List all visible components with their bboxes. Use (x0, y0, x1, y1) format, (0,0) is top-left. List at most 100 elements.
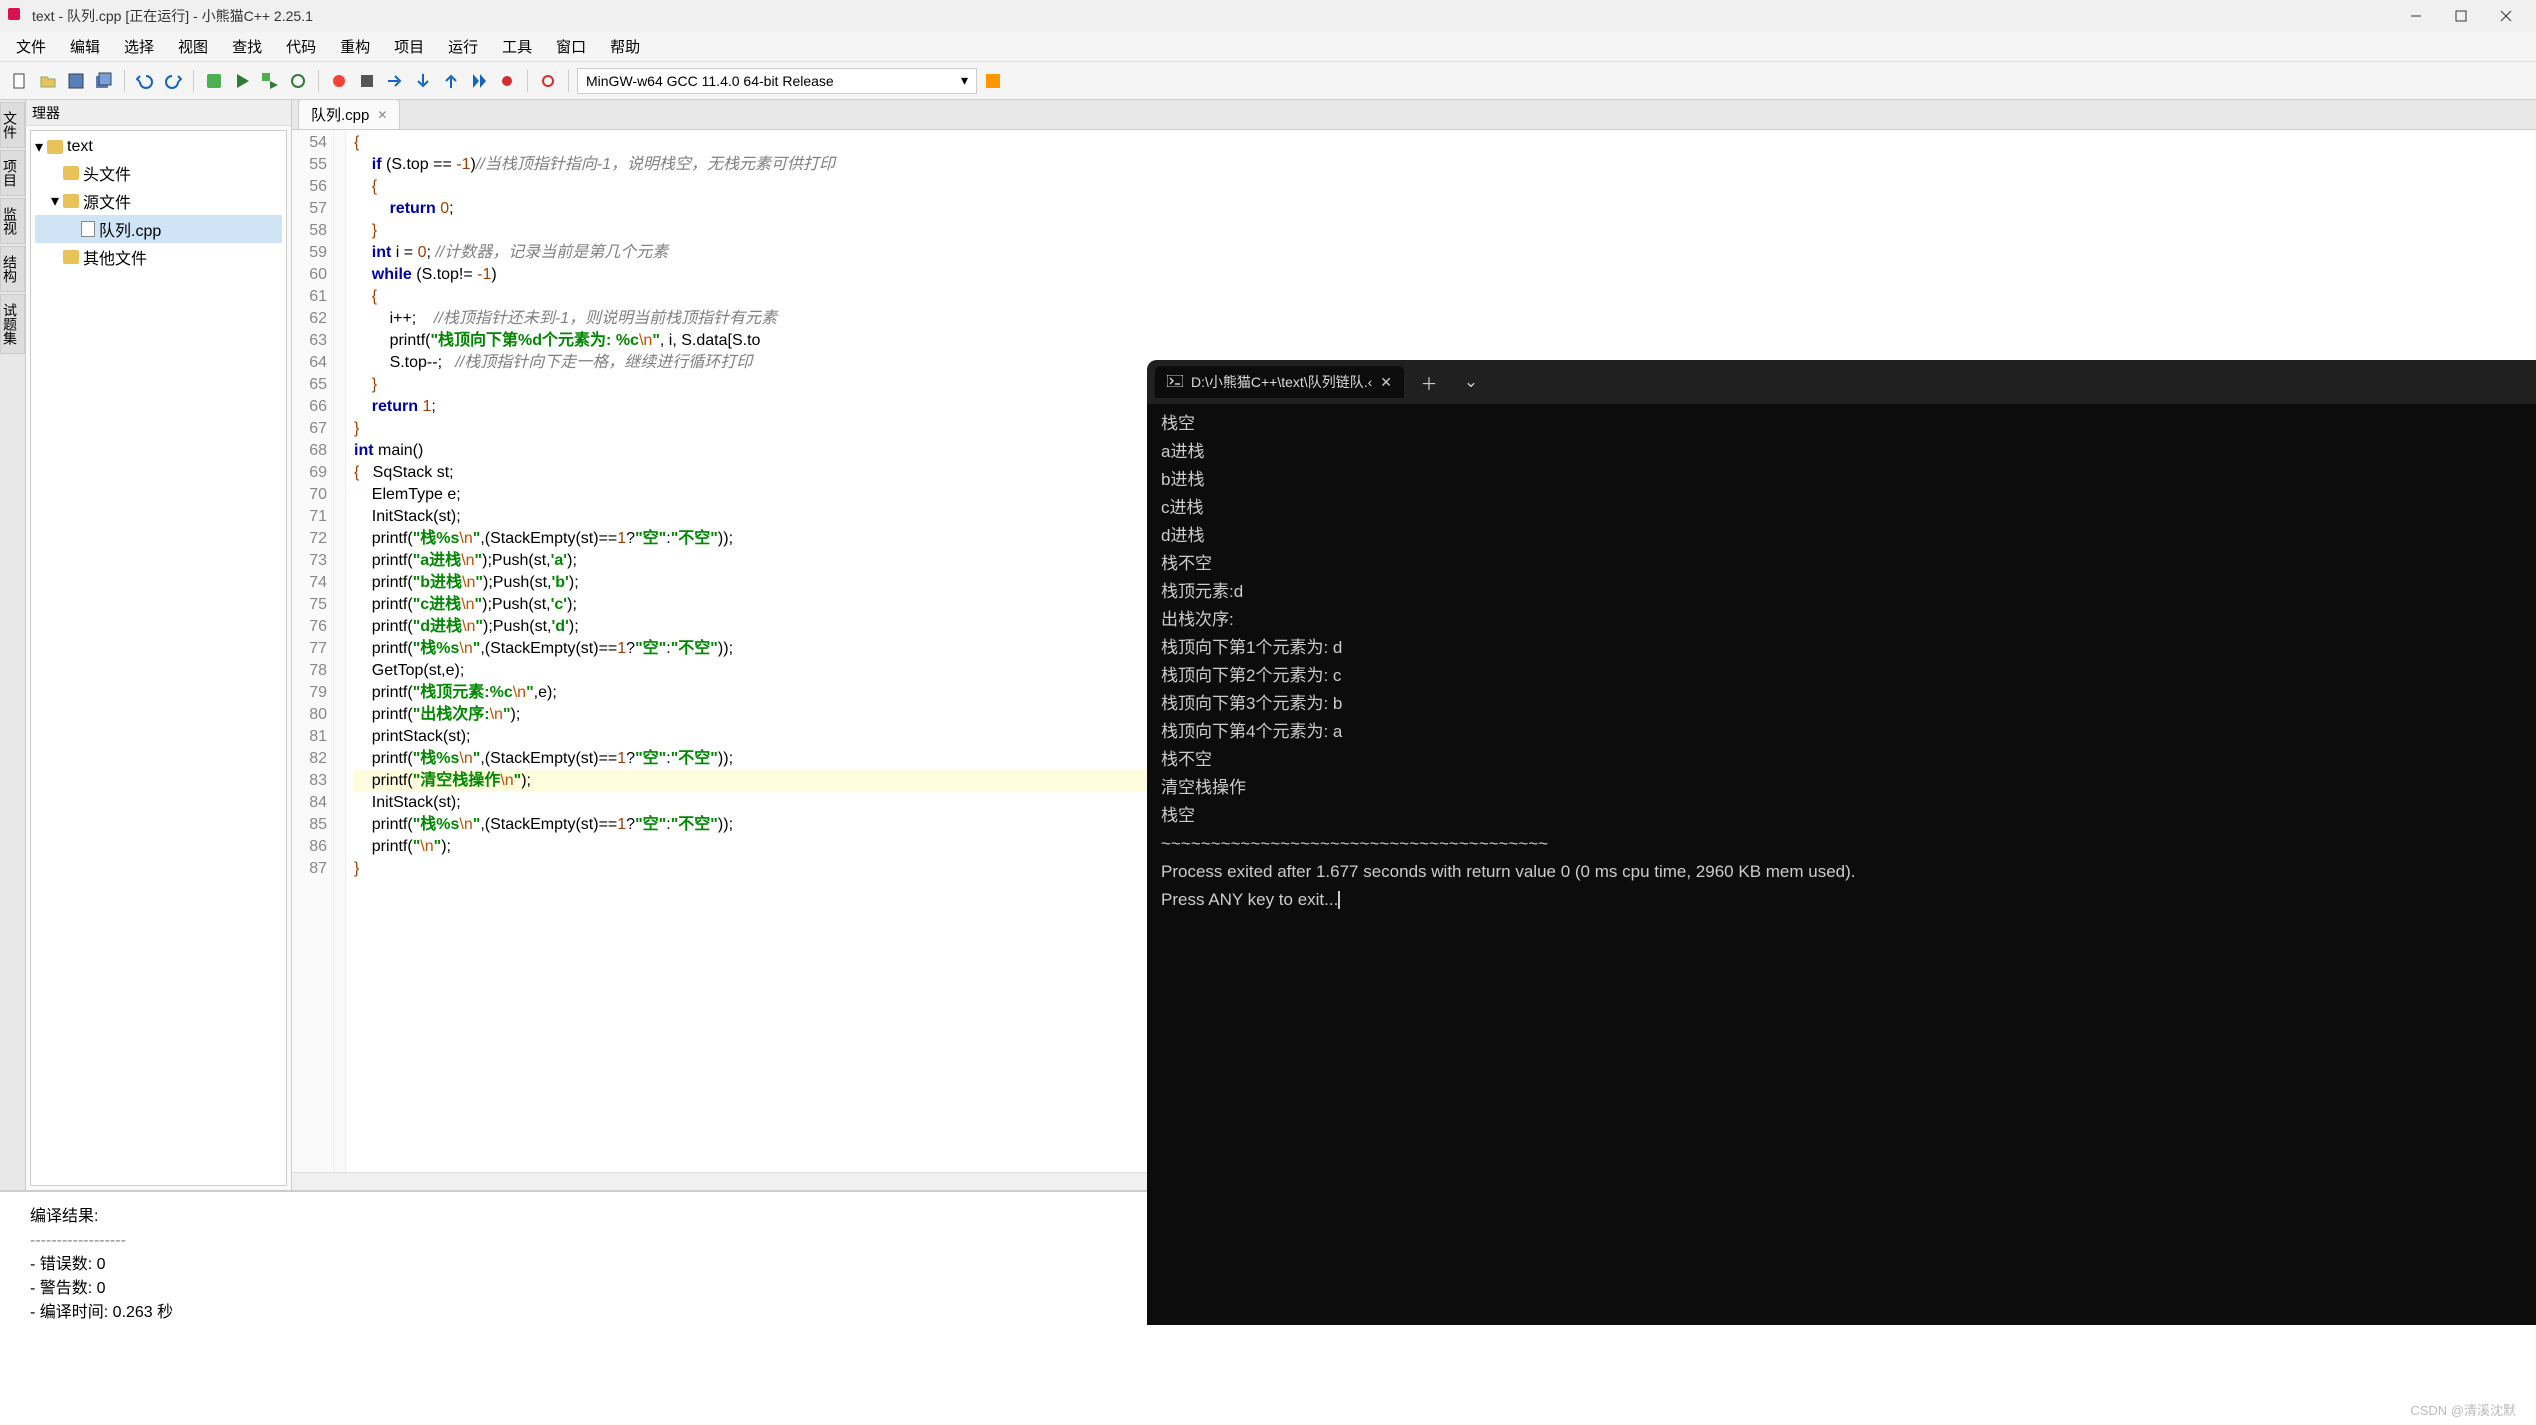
console-line: 清空栈操作 (1161, 774, 2522, 802)
toolbar-separator (124, 70, 125, 92)
breakpoint-toggle-button[interactable] (536, 69, 560, 93)
console-body[interactable]: 栈空a进栈b进栈c进栈d进栈栈不空栈顶元素:d出栈次序:栈顶向下第1个元素为: … (1147, 404, 2536, 920)
watermark: CSDN @清溪沈默 (2410, 1400, 2516, 1419)
rebuild-button[interactable] (286, 69, 310, 93)
stop-button[interactable] (355, 69, 379, 93)
menu-help[interactable]: 帮助 (598, 32, 652, 61)
tab-menu-button[interactable]: ⌄ (1454, 365, 1488, 399)
side-tab-files[interactable]: 文件 (0, 102, 25, 148)
console-tab-title: D:\小熊猫C++\text\队列链队.‹ (1191, 372, 1372, 392)
step-into-button[interactable] (411, 69, 435, 93)
code-line[interactable]: { (354, 132, 2528, 154)
close-icon[interactable]: ✕ (1380, 374, 1392, 391)
chevron-down-icon: ▾ (35, 137, 43, 157)
tab-queue-cpp[interactable]: 队列.cpp ✕ (298, 99, 400, 129)
menu-project[interactable]: 项目 (382, 32, 436, 61)
code-line[interactable]: if (S.top == -1)//当栈顶指针指向-1，说明栈空，无栈元素可供打… (354, 154, 2528, 176)
console-line: 栈顶向下第1个元素为: d (1161, 634, 2522, 662)
toolbar-separator (527, 70, 528, 92)
tree-others-label: 其他文件 (83, 245, 147, 269)
line-number-gutter: 5455565758596061626364656667686970717273… (292, 130, 334, 1172)
menu-code[interactable]: 代码 (274, 32, 328, 61)
folder-icon (63, 250, 79, 264)
code-line[interactable]: } (354, 220, 2528, 242)
compiler-settings-button[interactable] (981, 69, 1005, 93)
code-line[interactable]: i++; //栈顶指针还未到-1，则说明当前栈顶指针有元素 (354, 308, 2528, 330)
code-line[interactable]: int i = 0; //计数器，记录当前是第几个元素 (354, 242, 2528, 264)
step-out-button[interactable] (439, 69, 463, 93)
compile-run-button[interactable] (258, 69, 282, 93)
menu-bar: 文件 编辑 选择 视图 查找 代码 重构 项目 运行 工具 窗口 帮助 (0, 32, 2536, 62)
title-bar: text - 队列.cpp [正在运行] - 小熊猫C++ 2.25.1 (0, 0, 2536, 32)
undo-button[interactable] (133, 69, 157, 93)
tab-label: 队列.cpp (311, 104, 369, 125)
folder-icon (47, 140, 63, 154)
panel-title: 理器 (32, 103, 60, 123)
toolbar-separator (568, 70, 569, 92)
fold-gutter[interactable] (334, 130, 346, 1172)
project-tree[interactable]: ▾ text 头文件 ▾ 源文件 队列.cpp 其他文件 (30, 130, 287, 1186)
menu-file[interactable]: 文件 (4, 32, 58, 61)
side-tab-struct[interactable]: 结构 (0, 246, 25, 292)
compiler-selector[interactable]: MinGW-w64 GCC 11.4.0 64-bit Release ▾ (577, 68, 977, 94)
step-over-button[interactable] (383, 69, 407, 93)
code-line[interactable]: { (354, 176, 2528, 198)
project-panel: 理器 ▾ text 头文件 ▾ 源文件 队列.cpp (26, 100, 292, 1190)
app-icon (8, 8, 24, 24)
console-line: 栈空 (1161, 410, 2522, 438)
code-line[interactable]: printf("栈顶向下第%d个元素为: %c\n", i, S.data[S.… (354, 330, 2528, 352)
run-button[interactable] (230, 69, 254, 93)
new-file-button[interactable] (8, 69, 32, 93)
save-button[interactable] (64, 69, 88, 93)
side-tabs: 文件 项目 监视 结构 试题集 (0, 100, 26, 1190)
tree-src-file[interactable]: 队列.cpp (35, 215, 282, 243)
code-line[interactable]: return 0; (354, 198, 2528, 220)
toolbar-separator (193, 70, 194, 92)
menu-select[interactable]: 选择 (112, 32, 166, 61)
close-icon[interactable]: ✕ (377, 108, 387, 122)
chevron-down-icon: ▾ (51, 191, 59, 211)
redo-button[interactable] (161, 69, 185, 93)
maximize-button[interactable] (2438, 0, 2483, 32)
continue-button[interactable] (467, 69, 491, 93)
side-tab-project[interactable]: 项目 (0, 150, 25, 196)
console-line: d进栈 (1161, 522, 2522, 550)
minimize-button[interactable] (2393, 0, 2438, 32)
console-line: 栈顶向下第3个元素为: b (1161, 690, 2522, 718)
code-line[interactable]: while (S.top!= -1) (354, 264, 2528, 286)
console-line: Press ANY key to exit... (1161, 886, 2522, 914)
tree-headers[interactable]: 头文件 (35, 159, 282, 187)
code-line[interactable]: { (354, 286, 2528, 308)
tree-others[interactable]: 其他文件 (35, 243, 282, 271)
menu-run[interactable]: 运行 (436, 32, 490, 61)
compiler-label: MinGW-w64 GCC 11.4.0 64-bit Release (586, 73, 834, 89)
tree-root[interactable]: ▾ text (35, 135, 282, 159)
new-tab-button[interactable]: ＋ (1412, 365, 1446, 399)
tree-root-label: text (67, 138, 93, 156)
console-line: 栈顶向下第4个元素为: a (1161, 718, 2522, 746)
folder-icon (63, 166, 79, 180)
debug-button[interactable] (327, 69, 351, 93)
menu-view[interactable]: 视图 (166, 32, 220, 61)
toolbar-separator (318, 70, 319, 92)
open-button[interactable] (36, 69, 60, 93)
window-title: text - 队列.cpp [正在运行] - 小熊猫C++ 2.25.1 (32, 6, 313, 26)
project-panel-header: 理器 (26, 100, 291, 126)
side-tab-watch[interactable]: 监视 (0, 198, 25, 244)
menu-window[interactable]: 窗口 (544, 32, 598, 61)
tree-sources[interactable]: ▾ 源文件 (35, 187, 282, 215)
compile-button[interactable] (202, 69, 226, 93)
tree-headers-label: 头文件 (83, 161, 131, 185)
menu-edit[interactable]: 编辑 (58, 32, 112, 61)
console-titlebar[interactable]: D:\小熊猫C++\text\队列链队.‹ ✕ ＋ ⌄ (1147, 360, 2536, 404)
console-tab[interactable]: D:\小熊猫C++\text\队列链队.‹ ✕ (1155, 366, 1404, 398)
side-tab-problem[interactable]: 试题集 (0, 294, 25, 354)
close-button[interactable] (2483, 0, 2528, 32)
menu-find[interactable]: 查找 (220, 32, 274, 61)
save-all-button[interactable] (92, 69, 116, 93)
menu-refactor[interactable]: 重构 (328, 32, 382, 61)
menu-tools[interactable]: 工具 (490, 32, 544, 61)
editor-tabs: 队列.cpp ✕ (292, 100, 2536, 130)
console-line: a进栈 (1161, 438, 2522, 466)
breakpoint-button[interactable] (495, 69, 519, 93)
